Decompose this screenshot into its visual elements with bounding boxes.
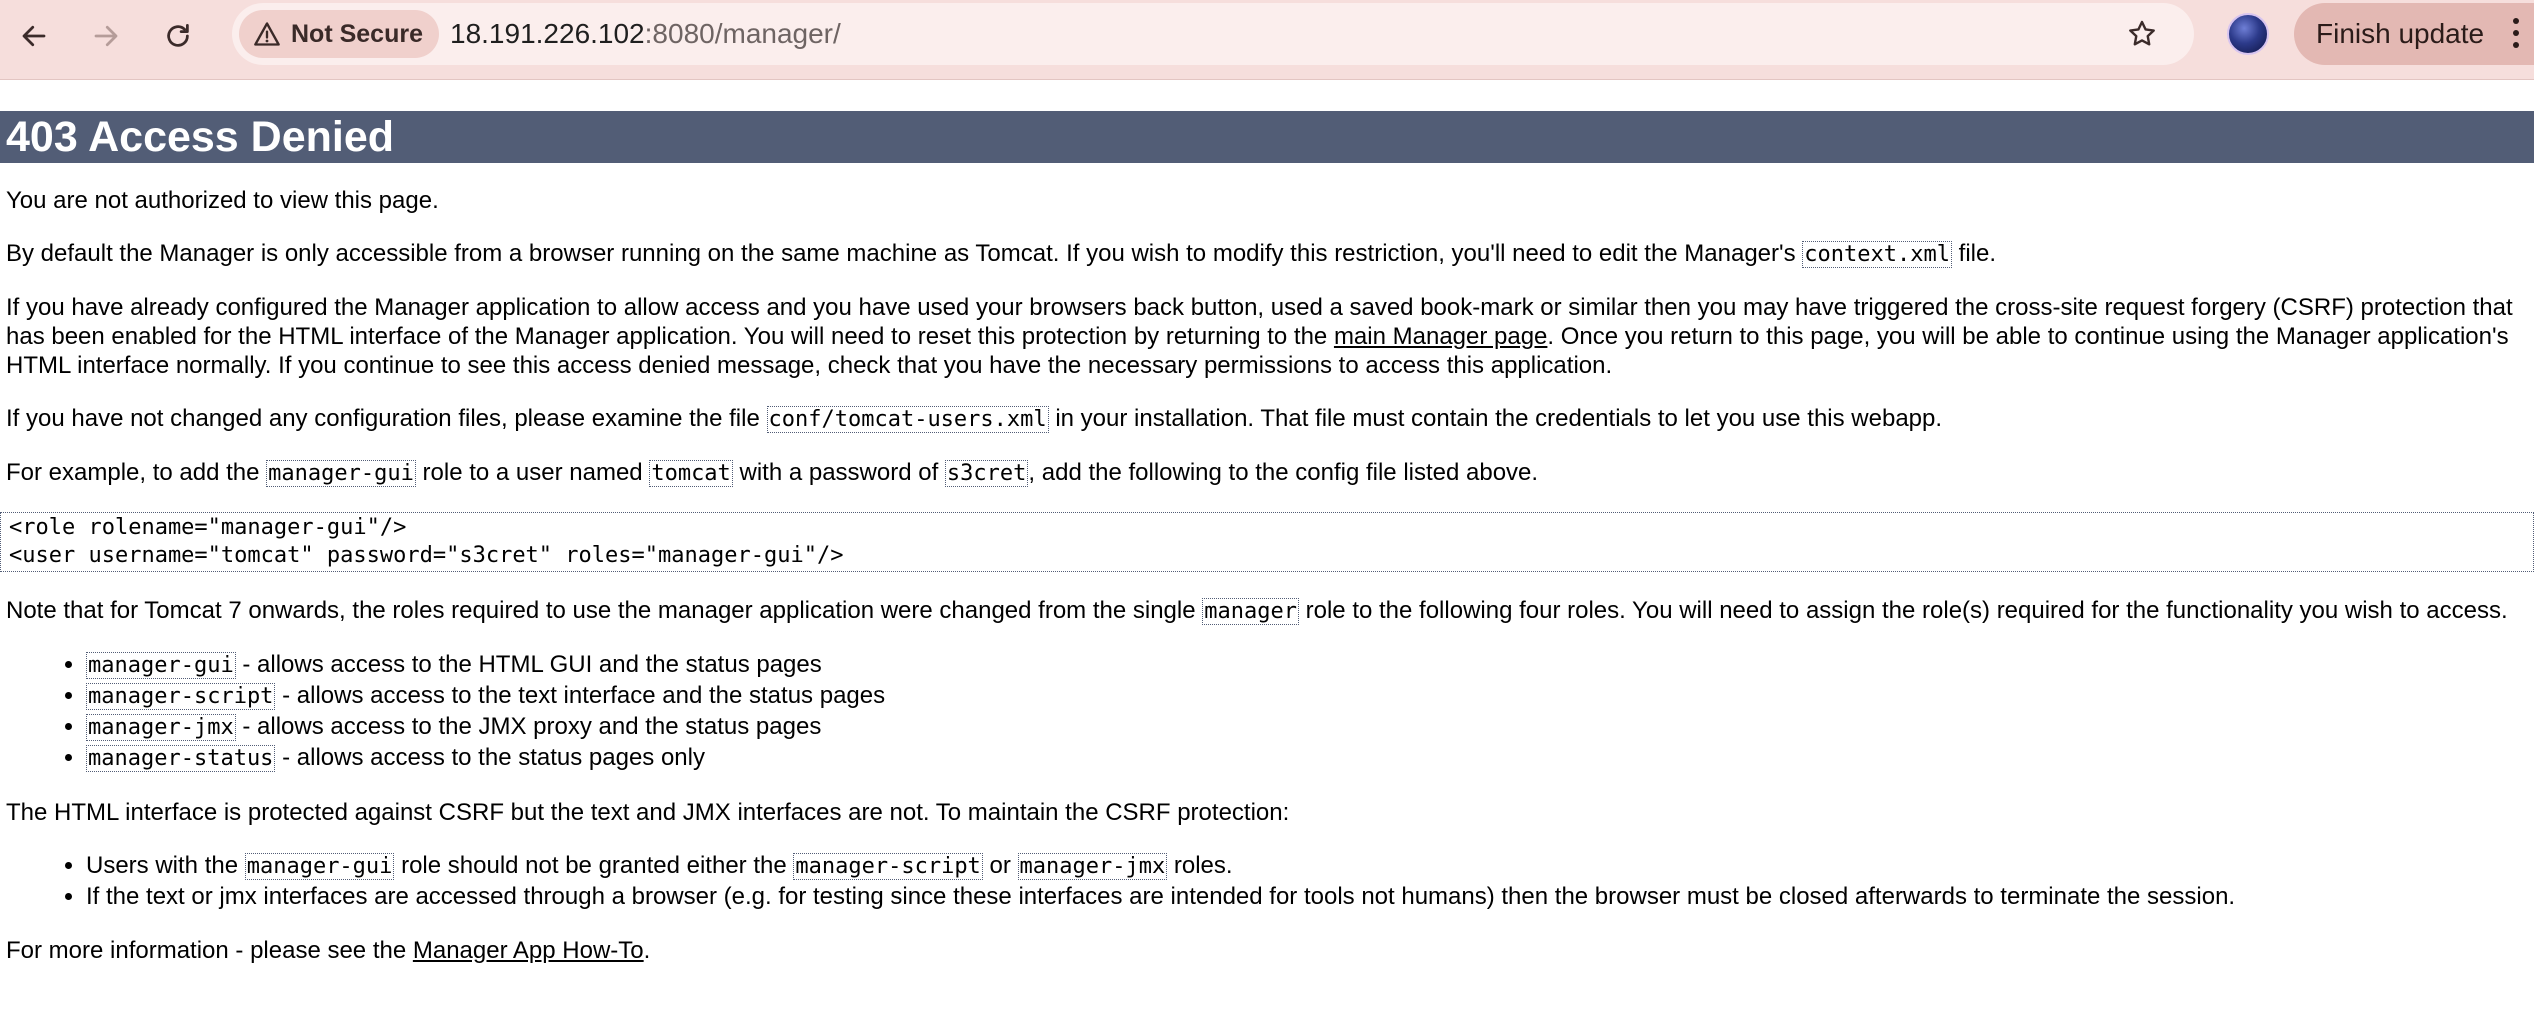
code-context-xml: context.xml [1802, 241, 1952, 268]
code-tomcat: tomcat [649, 460, 733, 487]
reload-button[interactable] [154, 12, 202, 60]
list-item: manager-script - allows access to the te… [86, 681, 2528, 712]
url-text[interactable]: 18.191.226.102:8080/manager/ [450, 3, 841, 65]
star-icon [2129, 20, 2155, 46]
code-manager-script: manager-script [793, 853, 983, 880]
reload-icon [167, 24, 189, 47]
html-interface-paragraph: The HTML interface is protected against … [6, 799, 1290, 826]
list-item: manager-gui - allows access to the HTML … [86, 650, 2528, 681]
code-manager-gui: manager-gui [266, 460, 416, 487]
roles-list: manager-gui - allows access to the HTML … [6, 650, 2528, 774]
page-title: 403 Access Denied [0, 111, 2534, 163]
finish-update-label: Finish update [2316, 18, 2485, 49]
more-info-paragraph: For more information - please see the Ma… [6, 937, 651, 964]
role-code: manager-script [86, 683, 276, 710]
finish-update-button[interactable]: Finish update [2294, 3, 2534, 65]
code-manager: manager [1202, 598, 1299, 625]
example-paragraph: For example, to add the manager-gui role… [6, 459, 1539, 487]
code-manager-gui: manager-gui [244, 853, 395, 880]
vertical-dots-icon[interactable] [2512, 18, 2520, 50]
warning-triangle-icon [254, 22, 280, 46]
list-item: Users with the manager-gui role should n… [86, 851, 2528, 882]
manager-how-to-link[interactable]: Manager App How-To [413, 937, 644, 964]
code-s3cret: s3cret [944, 460, 1029, 487]
arrow-left-icon [22, 25, 46, 47]
bookmark-button[interactable] [2120, 12, 2164, 56]
back-button[interactable] [10, 12, 58, 60]
config-paragraph: If you have not changed any configuratio… [6, 405, 1943, 433]
code-tomcat-users-xml: conf/tomcat-users.xml [766, 406, 1049, 433]
roles-note-paragraph: Note that for Tomcat 7 onwards, the role… [6, 597, 2508, 625]
page-content: 403 Access Denied You are not authorized… [0, 80, 2534, 965]
role-code: manager-gui [86, 652, 236, 679]
address-bar[interactable]: Not Secure 18.191.226.102:8080/manager/ [232, 3, 2194, 65]
main-manager-page-link[interactable]: main Manager page [1334, 323, 1547, 350]
code-manager-jmx: manager-jmx [1017, 853, 1168, 880]
list-item: If the text or jmx interfaces are access… [86, 882, 2528, 912]
role-code: manager-status [86, 745, 276, 772]
profile-avatar[interactable] [2227, 13, 2269, 55]
browser-toolbar: Not Secure 18.191.226.102:8080/manager/ … [0, 0, 2534, 80]
list-item: manager-jmx - allows access to the JMX p… [86, 712, 2528, 743]
csrf-rules-list: Users with the manager-gui role should n… [6, 851, 2528, 912]
forward-button[interactable] [82, 12, 130, 60]
default-access-paragraph: By default the Manager is only accessibl… [6, 240, 1996, 268]
csrf-paragraph: If you have already configured the Manag… [6, 294, 2513, 379]
url-host: 18.191.226.102 [450, 18, 645, 49]
security-indicator[interactable]: Not Secure [239, 10, 439, 58]
arrow-right-icon [94, 25, 118, 47]
security-label: Not Secure [291, 19, 423, 48]
url-path: :8080/manager/ [644, 18, 841, 49]
config-code-block: <role rolename="manager-gui"/> <user use… [0, 512, 2534, 572]
role-code: manager-jmx [86, 714, 236, 741]
list-item: manager-status - allows access to the st… [86, 743, 2528, 774]
not-authorized-text: You are not authorized to view this page… [6, 187, 439, 214]
